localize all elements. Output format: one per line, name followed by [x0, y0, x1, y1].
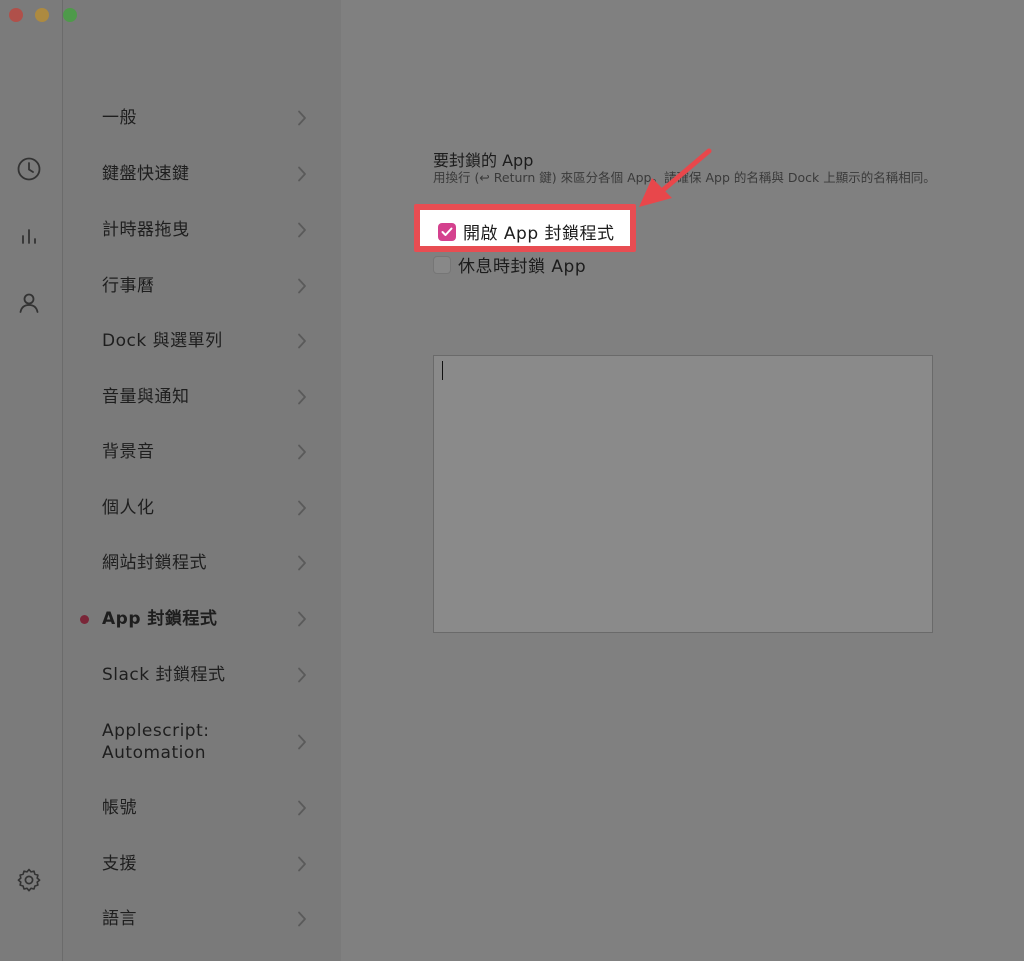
menu-item-label: 語言: [102, 909, 137, 929]
icon-rail: [0, 0, 63, 961]
menu-item-label: 網站封鎖程式: [102, 553, 207, 573]
chevron-right-icon: [297, 166, 307, 182]
section-title: 要封鎖的 App: [433, 151, 534, 170]
menu-item-label: Dock 與選單列: [102, 331, 223, 351]
gear-icon[interactable]: [15, 866, 43, 894]
chevron-right-icon: [297, 856, 307, 872]
chevron-right-icon: [297, 911, 307, 927]
chevron-right-icon: [297, 110, 307, 126]
chart-icon[interactable]: [15, 222, 43, 250]
enable-app-blocker-row[interactable]: 開啟 App 封鎖程式: [438, 219, 615, 244]
person-icon[interactable]: [15, 289, 43, 317]
section-description: 用換行 (↩ Return 鍵) 來區分各個 App。請確保 App 的名稱與 …: [433, 170, 936, 185]
chevron-right-icon: [297, 555, 307, 571]
menu-item-label: 鍵盤快速鍵: [102, 164, 190, 184]
menu-item-label: App 封鎖程式: [102, 609, 218, 629]
chevron-right-icon: [297, 800, 307, 816]
settings-menu: 一般鍵盤快速鍵計時器拖曳行事曆 Dock 與選單列 音量與通知背景音個人化網站封鎖程…: [63, 0, 341, 961]
menu-item-label: 行事曆: [102, 276, 155, 296]
chevron-right-icon: [297, 667, 307, 683]
menu-item-label: 音量與通知: [102, 387, 190, 407]
annotation-highlight-box: 開啟 App 封鎖程式: [414, 204, 636, 252]
blocked-apps-textarea[interactable]: [433, 355, 933, 633]
block-during-break-row[interactable]: 休息時封鎖 App: [433, 252, 586, 277]
menu-item-label: 支援: [102, 854, 137, 874]
chevron-right-icon: [297, 500, 307, 516]
active-indicator-dot: [80, 615, 89, 624]
window-close-button[interactable]: [9, 8, 23, 22]
chevron-right-icon: [297, 611, 307, 627]
menu-item-label: Slack 封鎖程式: [102, 665, 226, 685]
block-during-break-label: 休息時封鎖 App: [458, 257, 587, 277]
menu-item-label: 計時器拖曳: [102, 220, 190, 240]
app-blocker-panel: 要封鎖的 App 用換行 (↩ Return 鍵) 來區分各個 App。請確保 …: [341, 0, 1024, 961]
enable-app-blocker-label: 開啟 App 封鎖程式: [463, 224, 615, 244]
menu-item-label: Applescript: Automation: [102, 721, 210, 763]
text-caret: [442, 361, 443, 380]
checkmark-icon: [441, 227, 453, 236]
menu-item-label: 背景音: [102, 442, 155, 462]
clock-icon[interactable]: [15, 155, 43, 183]
chevron-right-icon: [297, 734, 307, 750]
chevron-right-icon: [297, 389, 307, 405]
window-zoom-button[interactable]: [63, 8, 77, 22]
menu-item-label: 帳號: [102, 798, 137, 818]
menu-item-label: 個人化: [102, 498, 155, 518]
chevron-right-icon: [297, 222, 307, 238]
annotation-highlight-inner: 開啟 App 封鎖程式: [420, 210, 630, 246]
block-during-break-checkbox[interactable]: [433, 255, 451, 274]
chevron-right-icon: [297, 444, 307, 460]
menu-item-label: 一般: [102, 108, 137, 128]
chevron-right-icon: [297, 333, 307, 349]
window-minimize-button[interactable]: [35, 8, 49, 22]
chevron-right-icon: [297, 278, 307, 294]
enable-app-blocker-checkbox[interactable]: [438, 222, 456, 241]
